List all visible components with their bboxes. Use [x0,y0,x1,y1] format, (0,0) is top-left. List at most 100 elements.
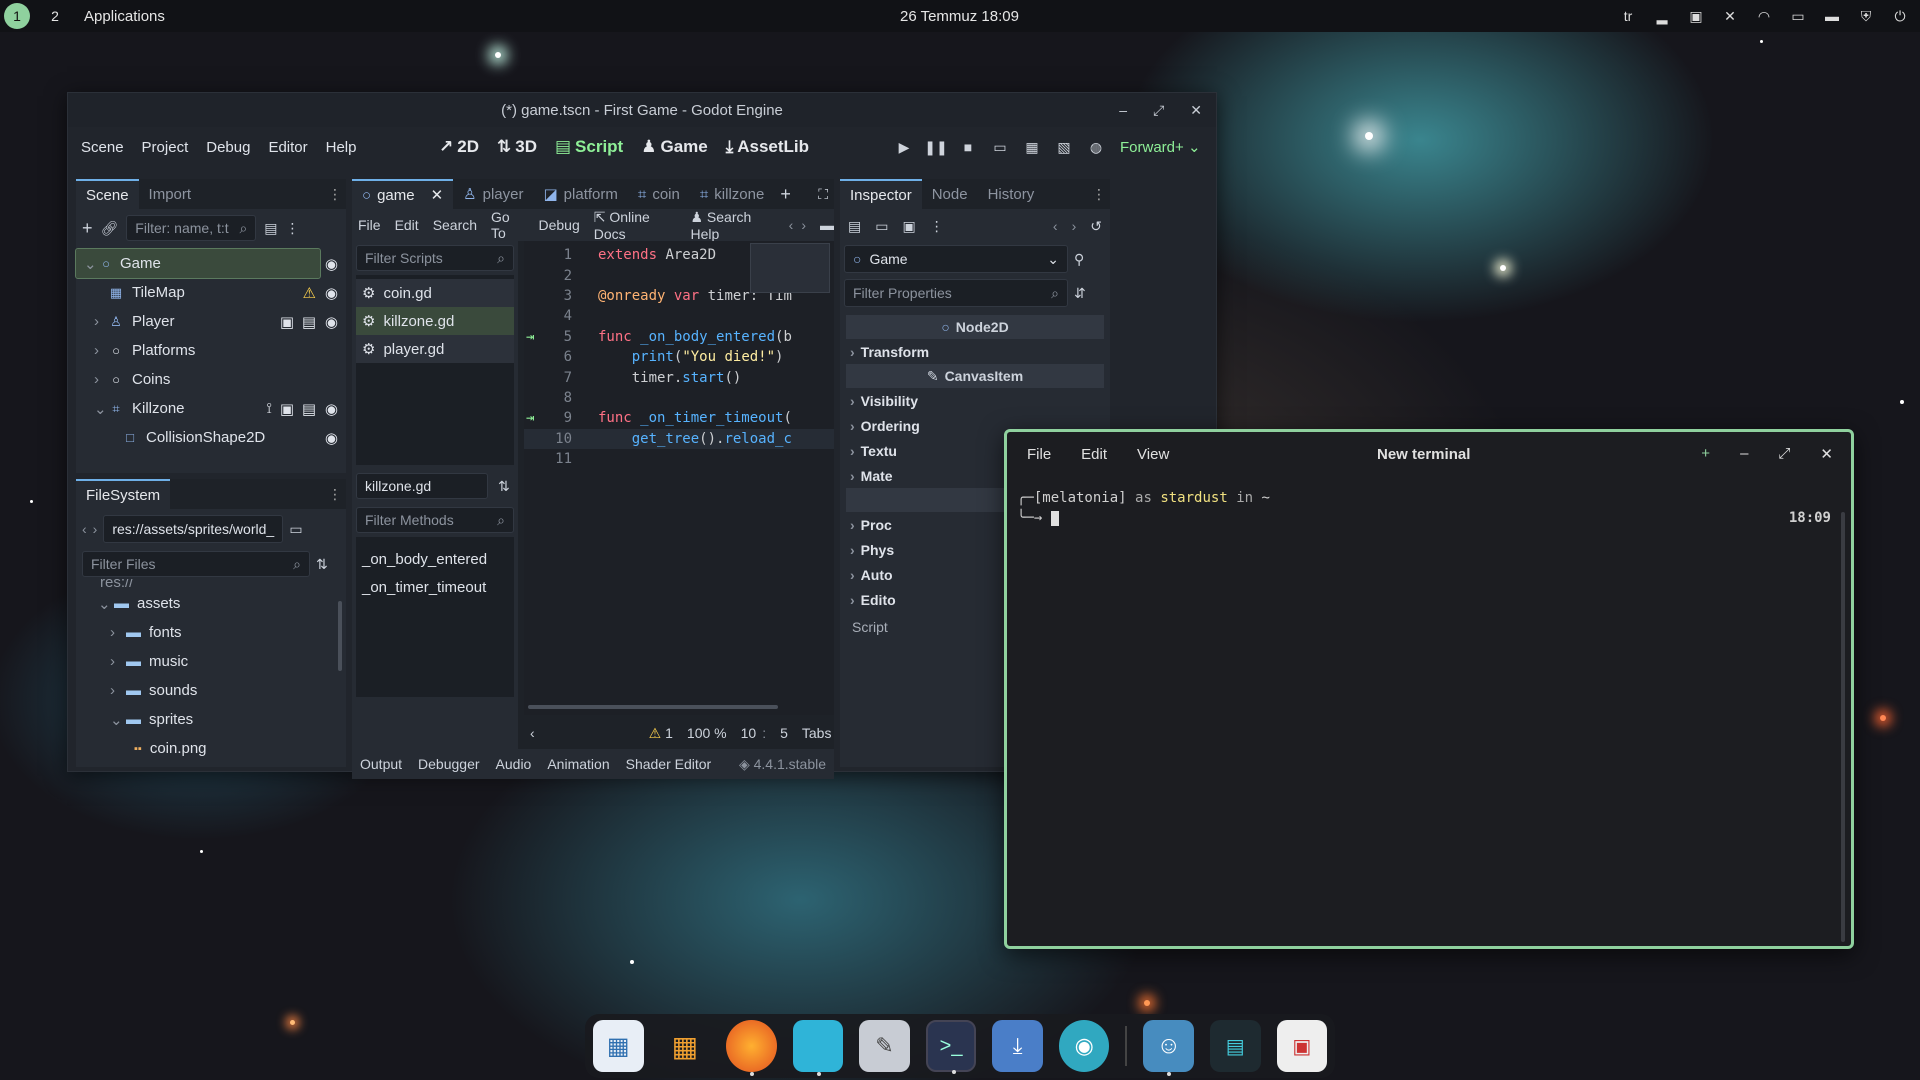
code-line[interactable]: 11 [524,449,834,469]
history-forward-icon[interactable]: › [1072,218,1077,234]
dock-menu-icon[interactable]: ⋮ [1092,186,1106,203]
maximize-icon[interactable]: ⤢ [1153,102,1164,119]
system-monitor-icon[interactable]: ▤ [1209,1020,1261,1072]
script-item-killzone[interactable]: ⚙ killzone.gd [356,307,514,335]
power-icon[interactable]: ⏻ [1890,8,1910,25]
menu-scene[interactable]: Scene [72,139,133,156]
more-icon[interactable]: ⋮ [930,218,944,235]
code-editor[interactable]: 1 extends Area2D 2 3 @onready var timer: Tim… [524,241,834,715]
next-script-icon[interactable]: › [801,217,806,233]
dock-menu-icon[interactable]: ⋮ [328,486,342,503]
menu-debug[interactable]: Debug [197,139,259,156]
stop-icon[interactable]: ■ [952,131,984,163]
script-icon[interactable]: ▤ [302,313,316,331]
settings-icon[interactable]: ◉ [1058,1020,1110,1072]
back-icon[interactable]: ‹ [82,521,87,537]
godot-icon[interactable]: ☺ [1143,1020,1194,1076]
code-line[interactable]: 9 ⇥ func _on_timer_timeout( [524,408,834,428]
tree-item-sprites[interactable]: ⌄ ▬ sprites [76,705,346,734]
sort-icon[interactable]: ⇅ [498,478,510,495]
visibility-icon[interactable]: ◉ [325,400,338,418]
workspace-2-indicator[interactable]: 2 [42,3,68,29]
filter-properties-input[interactable]: Filter Properties ⌕ [844,279,1068,307]
minimize-icon[interactable]: – [1119,102,1127,118]
scene-filter-input[interactable]: Filter: name, t:t ⌕ [126,215,257,241]
tree-node-platforms[interactable]: › ○ Platforms [76,336,346,365]
bottom-tab-output[interactable]: Output [360,756,402,772]
workspace-1-indicator[interactable]: 1 [4,3,30,29]
chat-icon[interactable]: ▬ [1822,8,1842,24]
tab-game-scene[interactable]: ○ game ✕ [352,179,454,209]
indent-mode[interactable]: Tabs [802,725,832,741]
script-menu-search[interactable]: Search [433,217,477,233]
warning-icon[interactable]: ⚠ [303,284,316,302]
code-line[interactable]: 8 [524,388,834,408]
workspace-assetlib-button[interactable]: ⤓ AssetLib [717,137,818,157]
files-manager-icon[interactable]: ▦ [593,1020,644,1072]
battery-icon[interactable]: ▭ [1788,8,1808,25]
toggle-scripts-icon[interactable]: ‹ [530,725,535,741]
play-custom-icon[interactable]: ▧ [1048,131,1080,163]
scene-menu-icon[interactable]: ⋮ [286,220,300,237]
applications-menu[interactable]: Applications [84,8,165,25]
tab-node[interactable]: Node [922,179,978,209]
property-options-icon[interactable]: ⇵ [1074,285,1086,302]
bottom-tab-animation[interactable]: Animation [547,756,609,772]
renderer-select[interactable]: Forward+ ⌄ [1120,138,1201,156]
new-resource-icon[interactable]: ▤ [848,218,861,235]
tab-import[interactable]: Import [139,179,202,209]
play-scene-icon[interactable]: ▦ [1016,131,1048,163]
terminal-icon[interactable]: >_ [925,1020,977,1074]
visibility-icon[interactable]: ◉ [325,255,338,273]
tree-node-collisionshape2d[interactable]: □ CollisionShape2D ◉ [76,423,346,452]
zoom-level[interactable]: 100 % [687,725,727,741]
tab-coin-scene[interactable]: ⌗ coin [628,179,690,209]
code-line[interactable]: 4 [524,306,834,326]
signal-connection-icon[interactable]: ⇥ [526,410,534,426]
horizontal-scrollbar[interactable] [528,705,778,709]
section-transform[interactable]: › Transform [840,339,1110,364]
sort-icon[interactable]: ⇅ [316,556,328,573]
open-folder-icon[interactable]: ▭ [875,218,888,235]
tree-item-coin-png[interactable]: ▪▪ coin.png [76,734,346,759]
terminal-scrollbar[interactable] [1841,512,1845,942]
code-line[interactable]: 5 ⇥ func _on_body_entered(b [524,327,834,347]
menu-editor[interactable]: Editor [259,139,316,156]
tree-item-assets[interactable]: ⌄ ▬ assets [76,589,346,618]
menu-help[interactable]: Help [317,139,366,156]
tab-killzone-scene[interactable]: ⌗ killzone [690,179,774,209]
scrollbar[interactable] [338,601,342,671]
tab-filesystem[interactable]: FileSystem [76,479,171,509]
tree-node-tilemap[interactable]: ▦ TileMap ⚠ ◉ [76,278,346,307]
bottom-tab-audio[interactable]: Audio [496,756,532,772]
keyboard-layout[interactable]: tr [1618,8,1638,24]
history-back-icon[interactable]: ‹ [1053,218,1058,234]
visibility-icon[interactable]: ◉ [325,284,338,302]
tree-node-game[interactable]: ⌄ ○ Game ◉ [75,248,338,279]
history-icon[interactable]: ↺ [1090,218,1102,235]
signal-icon[interactable]: ⟟ [266,400,272,417]
object-selector[interactable]: ○ Game ⌄ [844,245,1068,273]
workspace-2d-button[interactable]: ↗ 2D [430,137,488,157]
app-grid-icon[interactable]: ▦ [660,1020,711,1072]
docs-icon[interactable]: ⚲ [1074,251,1084,268]
screenshot-icon[interactable]: ▣ [1276,1020,1328,1072]
close-tab-icon[interactable]: ✕ [431,186,444,204]
remote-debug-icon[interactable]: ▭ [984,131,1016,163]
forward-icon[interactable]: › [93,521,98,537]
tree-item-res[interactable]: res:// [76,579,346,589]
terminal-menu-file[interactable]: File [1027,446,1051,463]
firefox-icon[interactable] [726,1020,777,1076]
maximize-icon[interactable]: ⤢ [1778,445,1790,463]
method-item[interactable]: _on_body_entered [356,545,514,573]
link-icon[interactable]: 🔗︎ [101,220,119,237]
save-icon[interactable]: ▣ [902,218,915,235]
tree-node-player[interactable]: › ♙ Player ▣ ▤ ◉ [76,307,346,336]
workspace-3d-button[interactable]: ⇅ 3D [488,137,546,157]
workspace-script-button[interactable]: ▤ Script [546,137,632,157]
signal-connection-icon[interactable]: ⇥ [526,329,534,345]
filter-files-input[interactable]: Filter Files ⌕ [82,551,310,577]
shield-icon[interactable]: ⛨ [1856,8,1876,25]
text-editor-icon[interactable]: ✎ [859,1020,910,1072]
terminal-menu-view[interactable]: View [1137,446,1169,463]
